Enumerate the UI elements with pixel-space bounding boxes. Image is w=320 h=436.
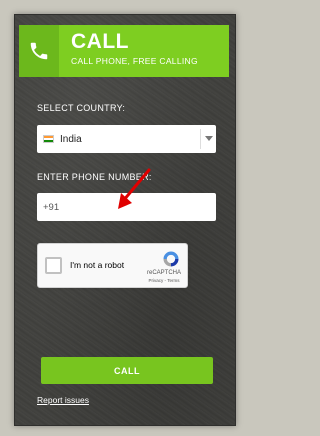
recaptcha-logo-icon xyxy=(163,251,179,267)
recaptcha-label: I'm not a robot xyxy=(70,260,125,270)
recaptcha-widget: I'm not a robot reCAPTCHA Privacy - Term… xyxy=(37,243,188,288)
recaptcha-links[interactable]: Privacy - Terms xyxy=(144,278,184,283)
recaptcha-checkbox[interactable] xyxy=(45,257,62,274)
phone-icon xyxy=(19,25,59,77)
red-arrow-annotation-icon xyxy=(118,168,151,209)
india-flag-icon xyxy=(43,135,54,143)
call-button[interactable]: CALL xyxy=(41,357,213,384)
country-select[interactable]: India xyxy=(37,125,216,153)
page-title: CALL xyxy=(71,30,129,53)
country-select-value: India xyxy=(60,133,82,145)
country-label: SELECT COUNTRY: xyxy=(37,103,126,113)
header: CALL CALL PHONE, FREE CALLING xyxy=(19,25,229,77)
header-title-block: CALL CALL PHONE, FREE CALLING xyxy=(59,25,229,77)
call-panel: CALL CALL PHONE, FREE CALLING SELECT COU… xyxy=(14,14,236,426)
chevron-down-icon[interactable] xyxy=(200,129,216,149)
recaptcha-brand: reCAPTCHA xyxy=(146,270,181,276)
page-subtitle: CALL PHONE, FREE CALLING xyxy=(71,56,198,66)
report-issues-link[interactable]: Report issues xyxy=(37,395,89,405)
